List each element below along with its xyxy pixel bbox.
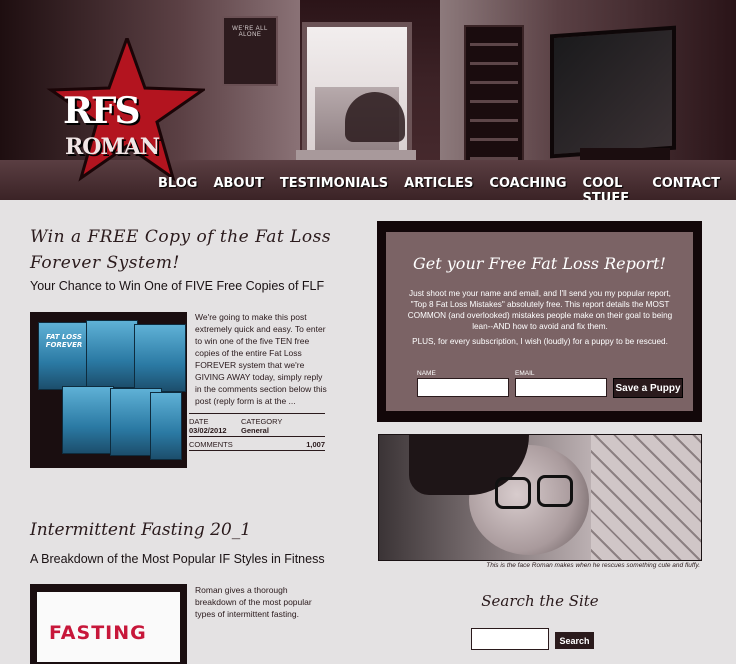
logo-text-roman: ROMAN bbox=[65, 134, 160, 160]
search-title: Search the Site bbox=[481, 592, 599, 610]
search-button[interactable]: Search bbox=[555, 632, 594, 649]
post-subtitle-2[interactable]: A Breakdown of the Most Popular IF Style… bbox=[30, 552, 330, 567]
post-excerpt-2: Roman gives a thorough breakdown of the … bbox=[195, 585, 312, 619]
optin-description: Just shoot me your name and email, and I… bbox=[407, 289, 673, 331]
optin-panel: Get your Free Fat Loss Report! Just shoo… bbox=[386, 232, 693, 411]
post-title-1[interactable]: Win a FREE Copy of the Fat Loss Forever … bbox=[30, 224, 350, 276]
nav-articles[interactable]: ARTICLES bbox=[404, 176, 473, 198]
site-header: WE'RE ALL ALONE RFS ROMAN BLOG ABOUT TES… bbox=[0, 0, 736, 200]
nav-testimonials[interactable]: TESTIMONIALS bbox=[280, 176, 388, 198]
post-title-2[interactable]: Intermittent Fasting 20_1 bbox=[30, 520, 350, 540]
product-box bbox=[62, 386, 114, 454]
email-label: EMAIL bbox=[515, 370, 535, 377]
category-label: CATEGORY bbox=[241, 417, 283, 426]
post-excerpt-1: We're going to make this post extremely … bbox=[195, 312, 327, 406]
nav-cool-stuff[interactable]: COOL STUFF bbox=[583, 176, 637, 200]
roman-photo bbox=[378, 434, 702, 561]
optin-title: Get your Free Fat Loss Report! bbox=[413, 254, 666, 273]
nav-about[interactable]: ABOUT bbox=[213, 176, 263, 198]
wall-poster: WE'RE ALL ALONE bbox=[222, 16, 278, 86]
site-logo[interactable]: RFS ROMAN bbox=[45, 33, 208, 188]
tv-screen bbox=[550, 25, 676, 159]
search-input[interactable] bbox=[471, 628, 549, 650]
post-date: 03/02/2012 bbox=[189, 426, 227, 435]
optin-puppy-note: PLUS, for every subscription, I wish (lo… bbox=[412, 337, 668, 346]
name-input[interactable] bbox=[417, 378, 509, 397]
category-link[interactable]: General bbox=[241, 426, 269, 435]
main-nav: BLOG ABOUT TESTIMONIALS ARTICLES COACHIN… bbox=[158, 176, 736, 200]
save-a-puppy-button[interactable]: Save a Puppy bbox=[613, 378, 683, 398]
optin-box: Get your Free Fat Loss Report! Just shoo… bbox=[377, 221, 702, 422]
product-box bbox=[150, 392, 182, 460]
bookshelf bbox=[464, 25, 524, 179]
nav-coaching[interactable]: COACHING bbox=[489, 176, 566, 198]
nav-contact[interactable]: CONTACT bbox=[652, 176, 720, 198]
post-thumbnail-1[interactable]: FAT LOSS FOREVER bbox=[30, 312, 187, 468]
post-subtitle-1[interactable]: Your Chance to Win One of FIVE Free Copi… bbox=[30, 279, 330, 294]
glasses-icon bbox=[495, 477, 531, 509]
nav-blog[interactable]: BLOG bbox=[158, 176, 197, 198]
fasting-image: FASTING bbox=[37, 592, 180, 662]
date-label: DATE bbox=[189, 417, 209, 426]
name-label: NAME bbox=[417, 370, 436, 377]
comments-count[interactable]: 1,007 bbox=[306, 440, 325, 449]
product-box bbox=[134, 324, 186, 392]
post-meta-1: DATE CATEGORY 03/02/2012 General COMMENT… bbox=[189, 413, 325, 451]
product-box: FAT LOSS FOREVER bbox=[38, 322, 90, 390]
product-box bbox=[86, 320, 138, 388]
email-input[interactable] bbox=[515, 378, 607, 397]
comments-label: COMMENTS bbox=[189, 440, 233, 449]
post-thumbnail-2[interactable]: FASTING bbox=[30, 584, 187, 664]
glasses-icon bbox=[537, 475, 573, 507]
photo-caption: This is the face Roman makes when he res… bbox=[486, 562, 700, 569]
plaid-shirt bbox=[591, 435, 701, 560]
window-sill bbox=[296, 150, 416, 160]
logo-text-rfs: RFS bbox=[63, 90, 140, 132]
